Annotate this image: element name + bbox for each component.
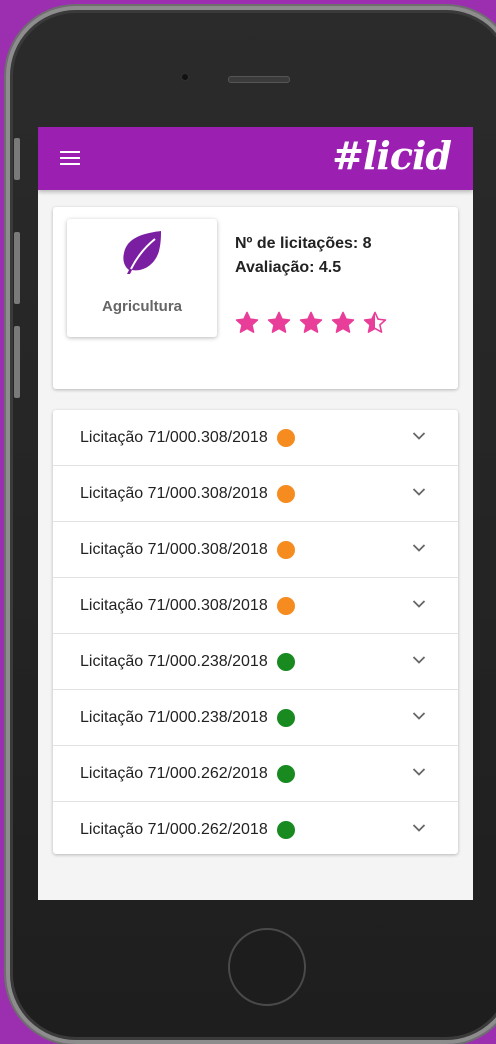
status-dot bbox=[276, 708, 295, 727]
home-button[interactable] bbox=[228, 928, 306, 1006]
chevron-down-icon[interactable] bbox=[412, 543, 426, 553]
licitacao-label: Licitação 71/000.308/2018 bbox=[80, 540, 268, 558]
licitacao-row[interactable]: Licitação 71/000.238/2018 bbox=[53, 634, 458, 690]
licitacao-row[interactable]: Licitação 71/000.308/2018 bbox=[53, 410, 458, 466]
licitacao-label: Licitação 71/000.262/2018 bbox=[80, 764, 268, 782]
phone-volume-up bbox=[14, 232, 20, 304]
star-icon bbox=[235, 311, 259, 333]
chevron-down-icon[interactable] bbox=[412, 431, 426, 441]
status-dot bbox=[276, 596, 295, 615]
licitacao-label: Licitação 71/000.238/2018 bbox=[80, 652, 268, 670]
status-dot bbox=[276, 540, 295, 559]
status-dot bbox=[276, 484, 295, 503]
star-icon bbox=[299, 311, 323, 333]
category-card[interactable]: Agricultura bbox=[67, 219, 217, 337]
chevron-down-icon[interactable] bbox=[412, 711, 426, 721]
speaker-grille bbox=[228, 76, 290, 83]
leaf-icon bbox=[123, 231, 161, 274]
camera-icon bbox=[180, 72, 190, 82]
licitacao-row[interactable]: Licitação 71/000.262/2018 bbox=[53, 802, 458, 857]
status-dot bbox=[276, 652, 295, 671]
brand-logo: #licid bbox=[332, 133, 452, 178]
app-bar: #licid bbox=[38, 127, 473, 190]
status-dot bbox=[276, 428, 295, 447]
licitacao-label: Licitação 71/000.262/2018 bbox=[80, 820, 268, 838]
licitacao-label: Licitação 71/000.308/2018 bbox=[80, 484, 268, 502]
licitacoes-list: Licitação 71/000.308/2018 Licitação 71/00… bbox=[53, 410, 458, 854]
phone-volume-down bbox=[14, 326, 20, 398]
licitacao-row[interactable]: Licitação 71/000.262/2018 bbox=[53, 746, 458, 802]
licitacao-row[interactable]: Licitação 71/000.238/2018 bbox=[53, 690, 458, 746]
rating-stars bbox=[235, 311, 387, 335]
licitacao-label: Licitação 71/000.238/2018 bbox=[80, 708, 268, 726]
licitacao-row[interactable]: Licitação 71/000.308/2018 bbox=[53, 522, 458, 578]
star-icon bbox=[267, 311, 291, 333]
chevron-down-icon[interactable] bbox=[412, 767, 426, 777]
licitacoes-count: Nº de licitações: 8 bbox=[235, 235, 372, 252]
chevron-down-icon[interactable] bbox=[412, 599, 426, 609]
status-dot bbox=[276, 764, 295, 783]
status-dot bbox=[276, 820, 295, 839]
app-screen: #licid Agricultura Nº de licitações: 8 A… bbox=[38, 127, 473, 900]
stats: Nº de licitações: 8 Avaliação: 4.5 bbox=[235, 235, 372, 283]
star-icon bbox=[331, 311, 355, 333]
phone-mute-switch bbox=[14, 138, 20, 180]
chevron-down-icon[interactable] bbox=[412, 655, 426, 665]
chevron-down-icon[interactable] bbox=[412, 823, 426, 833]
summary-card: Agricultura Nº de licitações: 8 Avaliaçã… bbox=[53, 207, 458, 389]
rating-value: Avaliação: 4.5 bbox=[235, 259, 342, 276]
licitacao-label: Licitação 71/000.308/2018 bbox=[80, 428, 268, 446]
licitacao-row[interactable]: Licitação 71/000.308/2018 bbox=[53, 578, 458, 634]
category-label: Agricultura bbox=[101, 298, 182, 315]
licitacao-label: Licitação 71/000.308/2018 bbox=[80, 596, 268, 614]
star-half-icon bbox=[363, 311, 387, 333]
menu-icon[interactable] bbox=[60, 151, 80, 165]
licitacao-row[interactable]: Licitação 71/000.308/2018 bbox=[53, 466, 458, 522]
chevron-down-icon[interactable] bbox=[412, 487, 426, 497]
